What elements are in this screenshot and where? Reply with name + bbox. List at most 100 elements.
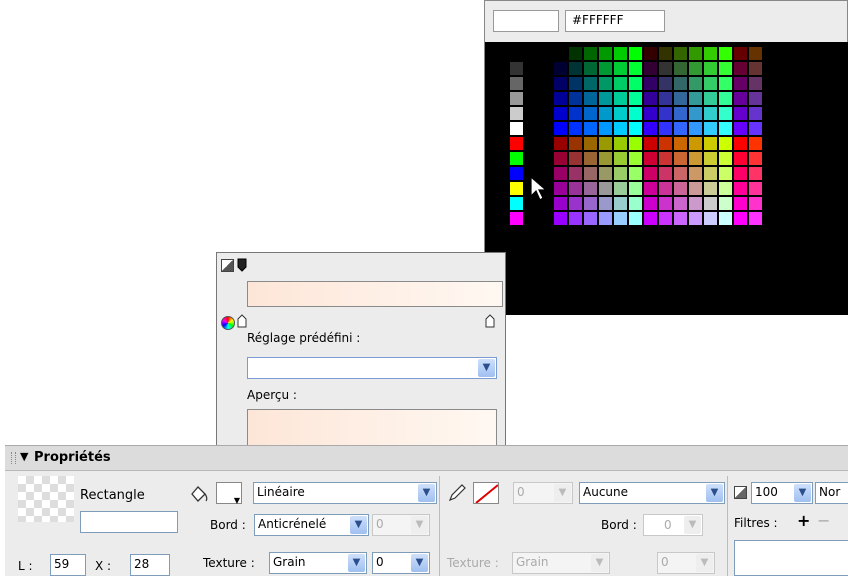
swatch-cell[interactable]	[748, 121, 763, 136]
swatch-cell[interactable]	[598, 121, 613, 136]
swatch-cell[interactable]	[658, 196, 673, 211]
swatch-cell[interactable]	[748, 181, 763, 196]
swatch-cell[interactable]	[628, 151, 643, 166]
swatch-cell[interactable]	[703, 46, 718, 61]
swatch-cell[interactable]	[688, 151, 703, 166]
texture-select[interactable]: Grain ▼	[269, 552, 367, 574]
swatch-cell[interactable]	[628, 46, 643, 61]
swatch-cell[interactable]	[613, 196, 628, 211]
swatch-cell[interactable]	[688, 61, 703, 76]
swatch-cell[interactable]	[688, 196, 703, 211]
swatch-cell[interactable]	[718, 151, 733, 166]
swatch-cell[interactable]	[628, 136, 643, 151]
swatch-cell[interactable]	[673, 211, 688, 226]
swap-colors-icon[interactable]	[221, 259, 234, 272]
swatch-cell[interactable]	[568, 211, 583, 226]
swatch-cell[interactable]	[553, 166, 568, 181]
swatch-cell[interactable]	[718, 166, 733, 181]
grip-icon[interactable]	[11, 452, 16, 464]
add-filter-icon[interactable]: +	[797, 511, 810, 530]
object-name-input[interactable]	[80, 511, 178, 533]
swatch-cell[interactable]	[688, 106, 703, 121]
swatch-cell[interactable]	[733, 196, 748, 211]
swatch-cell[interactable]	[748, 106, 763, 121]
swatch-cell[interactable]	[568, 106, 583, 121]
swatch-cell[interactable]	[509, 106, 524, 121]
swatch-cell[interactable]	[733, 211, 748, 226]
swatch-cell[interactable]	[733, 166, 748, 181]
swatch-cell[interactable]	[748, 136, 763, 151]
chevron-down-icon[interactable]: ▼	[696, 554, 713, 572]
stroke-size-field[interactable]: 0 ▼	[513, 482, 573, 504]
swatch-cell[interactable]	[733, 181, 748, 196]
swatch-cell[interactable]	[658, 106, 673, 121]
swatch-cell[interactable]	[703, 76, 718, 91]
swatch-cell[interactable]	[733, 46, 748, 61]
chevron-down-icon[interactable]: ▼	[706, 484, 723, 502]
edge-select[interactable]: Anticrénelé ▼	[254, 514, 369, 536]
x-input[interactable]: 28	[130, 554, 170, 576]
edge-feather-field[interactable]: 0 ▼	[372, 514, 430, 536]
chevron-down-icon[interactable]: ▼	[794, 484, 811, 502]
swatch-cell[interactable]	[598, 196, 613, 211]
swatch-cell[interactable]	[509, 136, 524, 151]
swatch-cell[interactable]	[509, 91, 524, 106]
swatch-cell[interactable]	[688, 211, 703, 226]
swatch-cell[interactable]	[658, 76, 673, 91]
swatch-cell[interactable]	[568, 196, 583, 211]
swatch-cell[interactable]	[748, 166, 763, 181]
chevron-down-icon[interactable]: ▼	[350, 516, 367, 534]
swatch-cell[interactable]	[598, 211, 613, 226]
swatch-cell[interactable]	[703, 91, 718, 106]
swatch-cell[interactable]	[703, 136, 718, 151]
swatch-cell[interactable]	[733, 136, 748, 151]
swatch-cell[interactable]	[553, 196, 568, 211]
swatch-cell[interactable]	[613, 211, 628, 226]
swatch-cell[interactable]	[613, 136, 628, 151]
opacity-stop-icon[interactable]	[237, 258, 247, 272]
swatch-cell[interactable]	[643, 61, 658, 76]
stroke-color-swatch[interactable]	[473, 482, 499, 504]
swatch-cell[interactable]	[583, 136, 598, 151]
swatch-cell[interactable]	[673, 91, 688, 106]
swatch-cell[interactable]	[688, 46, 703, 61]
swatch-cell[interactable]	[598, 61, 613, 76]
swatch-cell[interactable]	[718, 121, 733, 136]
swatch-cell[interactable]	[673, 76, 688, 91]
swatch-cell[interactable]	[718, 76, 733, 91]
swatch-cell[interactable]	[703, 181, 718, 196]
swatch-cell[interactable]	[733, 151, 748, 166]
swatch-cell[interactable]	[718, 181, 733, 196]
gradient-ramp[interactable]	[247, 281, 503, 307]
texture-amount-field[interactable]: 0 ▼	[372, 552, 430, 574]
swatch-cell[interactable]	[583, 106, 598, 121]
chevron-down-icon[interactable]: ▼	[418, 484, 435, 502]
swatch-cell[interactable]	[509, 211, 524, 226]
preset-select[interactable]: ▼	[247, 357, 497, 379]
swatch-cell[interactable]	[643, 76, 658, 91]
swatch-cell[interactable]	[673, 151, 688, 166]
width-input[interactable]: 59	[50, 554, 86, 576]
swatch-cell[interactable]	[583, 181, 598, 196]
swatch-cell[interactable]	[643, 46, 658, 61]
swatch-cell[interactable]	[598, 91, 613, 106]
swatch-cell[interactable]	[718, 106, 733, 121]
swatch-cell[interactable]	[613, 166, 628, 181]
swatch-cell[interactable]	[643, 166, 658, 181]
swatch-cell[interactable]	[509, 166, 524, 181]
swatch-cell[interactable]	[553, 136, 568, 151]
swatch-cell[interactable]	[673, 196, 688, 211]
swatch-cell[interactable]	[509, 196, 524, 211]
swatch-cell[interactable]	[509, 61, 524, 76]
swatch-cell[interactable]	[718, 211, 733, 226]
swatch-cell[interactable]	[553, 46, 568, 61]
swatch-cell[interactable]	[688, 91, 703, 106]
swatch-cell[interactable]	[673, 181, 688, 196]
swatch-cell[interactable]	[598, 46, 613, 61]
swatch-cell[interactable]	[583, 166, 598, 181]
stroke-type-select[interactable]: Aucune ▼	[579, 482, 725, 504]
swatch-cell[interactable]	[628, 76, 643, 91]
chevron-down-icon[interactable]: ▼	[411, 516, 428, 534]
swatch-cell[interactable]	[568, 151, 583, 166]
swatch-cell[interactable]	[509, 76, 524, 91]
